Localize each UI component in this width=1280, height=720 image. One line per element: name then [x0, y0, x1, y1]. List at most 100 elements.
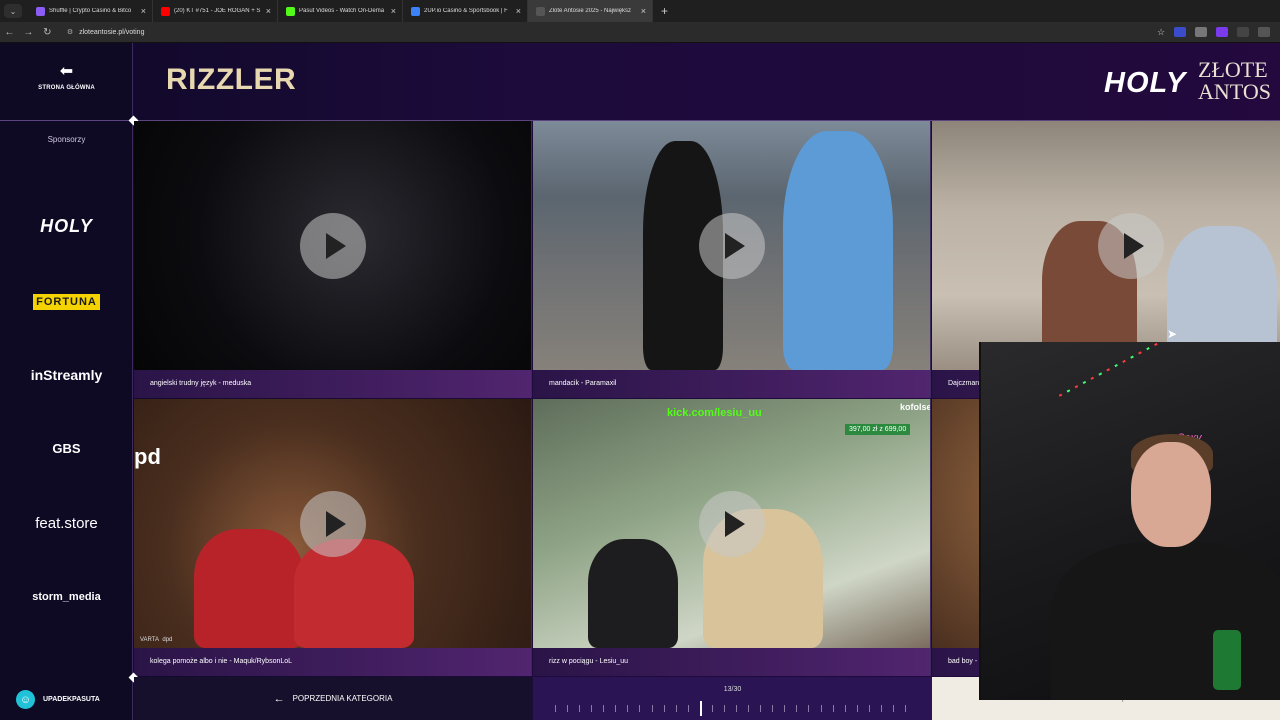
tab-favicon-icon [536, 6, 545, 16]
previous-category-button[interactable]: ← POPRZEDNIA KATEGORIA [134, 677, 532, 720]
progress-current-marker[interactable] [700, 701, 702, 716]
zlote-antosie-logo: ZŁOTE ANTOS [1198, 59, 1271, 103]
progress-tick[interactable] [881, 705, 882, 712]
username: UPADEKPASUTA [43, 696, 100, 703]
video-caption-bar: kolega pomoże albo i nie - Maquk/RybsonL… [134, 648, 531, 676]
extension-icon[interactable] [1195, 27, 1208, 37]
kick-channel-label: kick.com/lesiu_uu [667, 407, 762, 419]
progress-tick[interactable] [905, 705, 906, 712]
arrow-left-icon: ← [273, 692, 285, 705]
tab-strip: Shuffle | Crypto Casino & Bitco × (20) KT … [28, 0, 653, 22]
tab-close-icon[interactable]: × [641, 6, 646, 16]
progress-tick[interactable] [688, 705, 689, 712]
progress-tick[interactable] [664, 705, 665, 712]
streamer-head [1131, 442, 1211, 547]
progress-tick[interactable] [808, 705, 809, 712]
tab-close-icon[interactable]: × [391, 6, 396, 16]
sponsor-feat-store[interactable]: feat.store [0, 515, 133, 532]
extensions-puzzle-icon[interactable] [1258, 27, 1271, 37]
extension-icon[interactable] [1174, 27, 1187, 37]
tab-close-icon[interactable]: × [516, 6, 521, 16]
browser-tab[interactable]: Shuffle | Crypto Casino & Bitco × [28, 0, 153, 22]
dpd-overlay-text: pd [134, 444, 161, 469]
mouse-cursor-icon: ➤ [1167, 327, 1178, 341]
sponsor-fortuna[interactable]: FORTUNA [0, 292, 133, 310]
progress-tick[interactable] [567, 705, 568, 712]
site-info-icon[interactable]: ⚙ [67, 28, 73, 36]
progress-tick[interactable] [772, 705, 773, 712]
progress-tick[interactable] [821, 705, 822, 712]
tab-title: 2UP.io Casino & Sportsbook | F [424, 8, 508, 14]
play-icon[interactable] [299, 213, 366, 279]
streamer-body [1051, 542, 1280, 700]
tab-favicon-icon [161, 6, 170, 16]
progress-tick[interactable] [639, 705, 640, 712]
play-icon[interactable] [299, 491, 366, 557]
sponsor-storm-media[interactable]: storm_media [0, 591, 133, 603]
tab-search-icon[interactable]: ⌄ [4, 4, 22, 18]
browser-tab[interactable]: 2UP.io Casino & Sportsbook | F × [403, 0, 528, 22]
browser-tab-bar: ⌄ Shuffle | Crypto Casino & Bitco × (20) K… [0, 0, 1280, 22]
sponsor-fortuna-label: FORTUNA [33, 294, 100, 310]
video-card[interactable]: mandacik - Paramaxil [533, 121, 931, 398]
sponsor-instreamly[interactable]: inStreamly [0, 367, 133, 383]
video-card[interactable]: pd VARTA dpd kolega pomoże albo i nie - … [134, 399, 532, 676]
progress-tick[interactable] [555, 705, 556, 712]
tab-favicon-icon [411, 6, 420, 16]
browser-tab[interactable]: (20) KT #751 - JOE ROGAN + S × [153, 0, 278, 22]
progress-tick[interactable] [784, 705, 785, 712]
sponsor-holy[interactable]: HOLY [0, 216, 133, 237]
reload-icon[interactable]: ↻ [38, 27, 57, 38]
back-icon[interactable]: ← [0, 27, 19, 38]
extension-icon[interactable] [1216, 27, 1229, 37]
play-icon[interactable] [1097, 213, 1164, 279]
address-bar[interactable]: ⚙ zloteantosie.pl/voting [61, 24, 1157, 40]
streamer-name-corner: kofolse [900, 402, 931, 412]
progress-tick[interactable] [724, 705, 725, 712]
progress-tick[interactable] [869, 705, 870, 712]
home-label: STRONA GŁÓWNA [38, 85, 95, 91]
progress-tick[interactable] [676, 705, 677, 712]
tab-favicon-icon [36, 6, 45, 16]
new-tab-button[interactable]: + [661, 4, 668, 18]
video-caption: kolega pomoże albo i nie - Maquk/RybsonL… [150, 658, 293, 665]
progress-tick[interactable] [591, 705, 592, 712]
donation-goal: 397,00 zł z 699,00 [845, 424, 911, 435]
play-icon[interactable] [698, 491, 765, 557]
forward-icon[interactable]: → [19, 27, 38, 38]
progress-tick[interactable] [857, 705, 858, 712]
browser-tab[interactable]: Pasut Videos - Watch On-Dema × [278, 0, 403, 22]
sidebar: ⬅ STRONA GŁÓWNA Sponsorzy HOLY FORTUNA i… [0, 43, 133, 720]
video-card[interactable]: kick.com/lesiu_uu kofolse 397,00 zł z 69… [533, 399, 931, 676]
progress-tick[interactable] [833, 705, 834, 712]
progress-tick[interactable] [736, 705, 737, 712]
progress-tick[interactable] [796, 705, 797, 712]
browser-toolbar: ← → ↻ ⚙ zloteantosie.pl/voting ☆ [0, 22, 1280, 43]
user-account[interactable]: ☺ UPADEKPASUTA [16, 690, 100, 709]
browser-tab[interactable]: Zlote Antosie 2025 - Największ × [528, 0, 653, 22]
progress-tick[interactable] [893, 705, 894, 712]
logo-line-1: ZŁOTE [1198, 57, 1268, 82]
home-link[interactable]: ⬅ STRONA GŁÓWNA [0, 63, 133, 91]
sponsor-gbs[interactable]: GBS [0, 441, 133, 456]
play-icon[interactable] [698, 213, 765, 279]
progress-tick[interactable] [579, 705, 580, 712]
thumbnail-person [294, 539, 414, 648]
progress-tick[interactable] [712, 705, 713, 712]
bookmark-star-icon[interactable]: ☆ [1157, 27, 1165, 38]
extension-icon[interactable] [1237, 27, 1250, 37]
tab-close-icon[interactable]: × [141, 6, 146, 16]
progress-tick[interactable] [748, 705, 749, 712]
progress-tick[interactable] [845, 705, 846, 712]
progress-tick[interactable] [652, 705, 653, 712]
tab-title: Shuffle | Crypto Casino & Bitco [49, 8, 132, 14]
progress-tick[interactable] [603, 705, 604, 712]
progress-ticks[interactable] [555, 701, 906, 716]
tab-close-icon[interactable]: × [266, 6, 271, 16]
thumbnail-person [588, 539, 678, 648]
progress-tick[interactable] [615, 705, 616, 712]
video-card[interactable]: angielski trudny język - meduska [134, 121, 532, 398]
progress-tick[interactable] [627, 705, 628, 712]
progress-tick[interactable] [760, 705, 761, 712]
varta-badge: VARTA dpd [140, 637, 173, 643]
